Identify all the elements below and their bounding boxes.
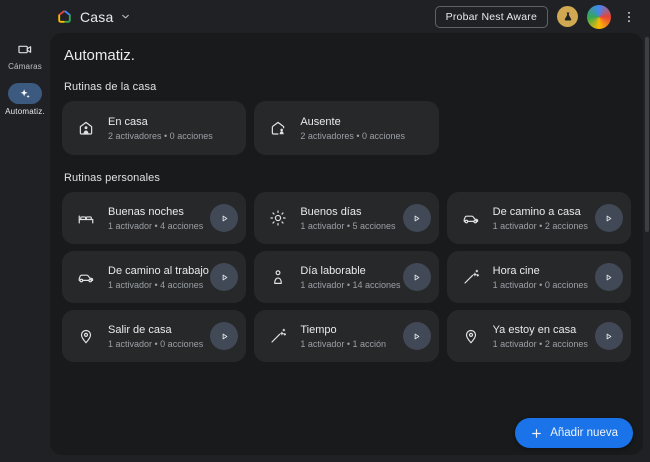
home-person-icon — [76, 119, 96, 137]
pin-icon — [461, 327, 481, 345]
routine-card-tiempo[interactable]: Tiempo 1 activador • 1 acción — [254, 310, 438, 362]
play-routine-button[interactable] — [403, 322, 431, 350]
page-title: Automatiz. — [64, 47, 631, 64]
section-label-personal: Rutinas personales — [64, 172, 631, 184]
routine-title: En casa — [108, 116, 213, 128]
routine-title: Buenas noches — [108, 206, 203, 218]
routine-subtitle: 2 activadores • 0 acciones — [108, 131, 213, 141]
routine-subtitle: 1 activador • 4 acciones — [108, 280, 209, 290]
play-routine-button[interactable] — [210, 322, 238, 350]
sidebar-item-cameras[interactable]: Cámaras — [0, 39, 50, 71]
play-routine-button[interactable] — [595, 322, 623, 350]
top-bar: Casa Probar Nest Aware — [0, 0, 650, 33]
routine-card-salir-casa[interactable]: Salir de casa 1 activador • 0 acciones — [62, 310, 246, 362]
routine-title: Ya estoy en casa — [493, 324, 588, 336]
routine-card-camino-casa[interactable]: De camino a casa 1 activador • 2 accione… — [447, 192, 631, 244]
bed-icon — [76, 209, 96, 227]
home-switcher[interactable]: Casa — [56, 8, 131, 25]
topbar-actions: Probar Nest Aware — [435, 5, 638, 29]
routine-card-buenas-noches[interactable]: Buenas noches 1 activador • 4 acciones — [62, 192, 246, 244]
play-routine-button[interactable] — [403, 263, 431, 291]
routine-card-buenos-dias[interactable]: Buenos días 1 activador • 5 acciones — [254, 192, 438, 244]
routine-card-en-casa[interactable]: En casa 2 activadores • 0 acciones — [62, 101, 246, 155]
sidebar-item-automations[interactable]: Automatiz. — [0, 83, 50, 116]
routine-subtitle: 1 activador • 2 acciones — [493, 339, 588, 349]
routine-subtitle: 1 activador • 4 acciones — [108, 221, 203, 231]
add-routine-label: Añadir nueva — [550, 427, 618, 439]
routine-card-ya-estoy-en-casa[interactable]: Ya estoy en casa 1 activador • 2 accione… — [447, 310, 631, 362]
routine-title: De camino a casa — [493, 206, 588, 218]
personal-routines-grid: Buenas noches 1 activador • 4 acciones B… — [62, 192, 631, 362]
person-icon — [268, 268, 288, 286]
play-routine-button[interactable] — [210, 263, 238, 291]
play-routine-button[interactable] — [595, 204, 623, 232]
videocam-icon — [0, 39, 50, 59]
routine-title: Salir de casa — [108, 324, 203, 336]
section-label-household: Rutinas de la casa — [64, 81, 631, 93]
routine-title: Hora cine — [493, 265, 588, 277]
sparkles-icon — [18, 87, 32, 101]
home-name: Casa — [80, 9, 113, 25]
routine-card-camino-trabajo[interactable]: De camino al trabajo 1 activador • 4 acc… — [62, 251, 246, 303]
routine-title: Buenos días — [300, 206, 395, 218]
car-icon — [76, 268, 96, 286]
play-routine-button[interactable] — [403, 204, 431, 232]
routine-card-dia-laborable[interactable]: Día laborable 1 activador • 14 acciones — [254, 251, 438, 303]
household-routines-grid: En casa 2 activadores • 0 acciones Ausen… — [62, 101, 631, 155]
pin-icon — [76, 327, 96, 345]
routine-title: Ausente — [300, 116, 405, 128]
add-routine-button[interactable]: Añadir nueva — [515, 418, 633, 448]
main-panel: Automatiz. Rutinas de la casa En casa 2 … — [50, 33, 643, 455]
play-routine-button[interactable] — [210, 204, 238, 232]
routine-subtitle: 1 activador • 0 acciones — [108, 339, 203, 349]
sidebar-item-label: Automatiz. — [0, 107, 50, 116]
overflow-menu-icon[interactable] — [620, 8, 638, 26]
routine-card-ausente[interactable]: Ausente 2 activadores • 0 acciones — [254, 101, 438, 155]
routine-subtitle: 1 activador • 14 acciones — [300, 280, 400, 290]
account-avatar[interactable] — [587, 5, 611, 29]
wand-icon — [461, 268, 481, 286]
sun-icon — [268, 209, 288, 227]
chevron-down-icon — [120, 11, 131, 22]
sidebar-item-label: Cámaras — [0, 62, 50, 71]
routine-title: De camino al trabajo — [108, 265, 209, 277]
routine-title: Día laborable — [300, 265, 400, 277]
car-icon — [461, 209, 481, 227]
active-pill — [8, 83, 42, 104]
routine-subtitle: 2 activadores • 0 acciones — [300, 131, 405, 141]
sidebar: Cámaras Automatiz. — [0, 33, 50, 462]
vertical-scrollbar-thumb[interactable] — [645, 37, 649, 232]
routine-title: Tiempo — [300, 324, 386, 336]
routine-subtitle: 1 activador • 1 acción — [300, 339, 386, 349]
google-home-app: Casa Probar Nest Aware — [0, 0, 650, 462]
routine-subtitle: 1 activador • 2 acciones — [493, 221, 588, 231]
routine-subtitle: 1 activador • 0 acciones — [493, 280, 588, 290]
preview-flask-icon[interactable] — [557, 6, 578, 27]
google-home-logo-icon — [56, 8, 73, 25]
routine-card-hora-cine[interactable]: Hora cine 1 activador • 0 acciones — [447, 251, 631, 303]
plus-icon — [530, 427, 543, 440]
wand-icon — [268, 327, 288, 345]
home-away-icon — [268, 119, 288, 137]
routine-subtitle: 1 activador • 5 acciones — [300, 221, 395, 231]
play-routine-button[interactable] — [595, 263, 623, 291]
nest-aware-button[interactable]: Probar Nest Aware — [435, 6, 548, 28]
